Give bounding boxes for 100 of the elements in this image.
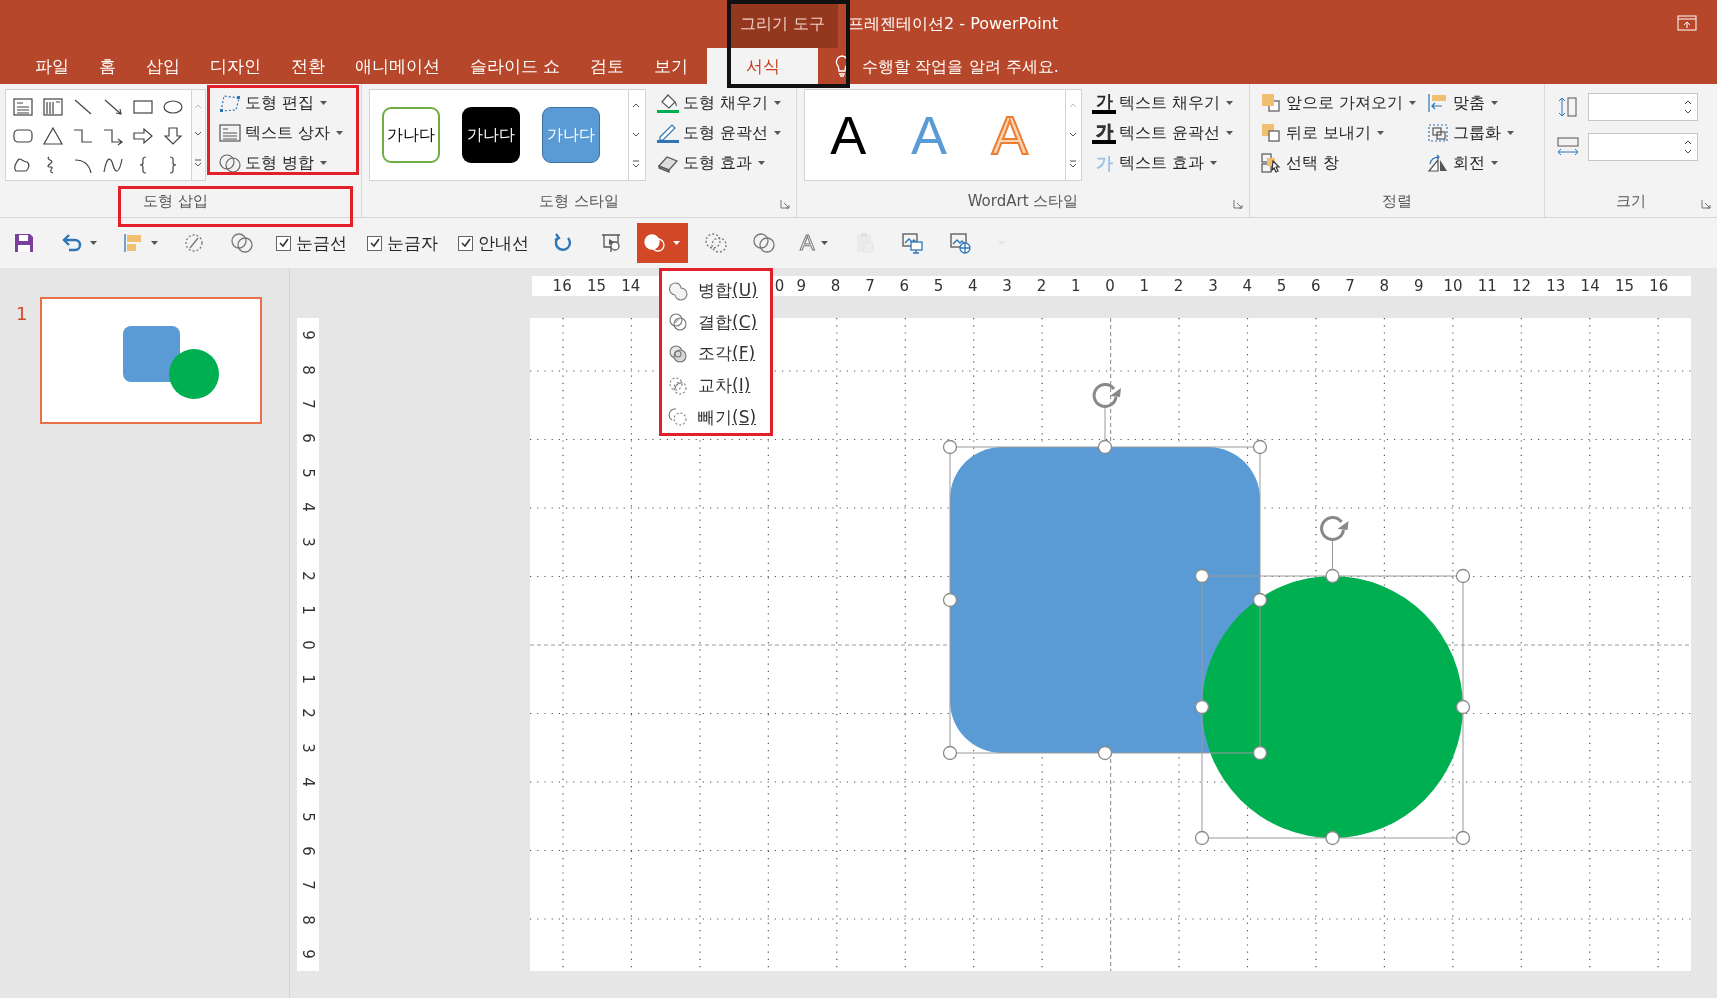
dashed-circle-icon: [182, 231, 206, 255]
checkbox[interactable]: [276, 235, 291, 251]
selection-frame[interactable]: [1194, 516, 1471, 846]
ribbon-command[interactable]: 도형 윤곽선: [656, 119, 782, 147]
ruler-label: 7: [299, 880, 317, 891]
dialog-launcher-icon[interactable]: [1701, 199, 1711, 209]
slide-thumbnail[interactable]: [40, 297, 263, 424]
combine-icon: [668, 312, 688, 333]
ruler-label: 7: [299, 399, 317, 409]
dialog-launcher-icon[interactable]: [1233, 199, 1243, 209]
ribbon-command[interactable]: 텍스트 상자: [217, 119, 357, 147]
group-label: 도형 스타일: [538, 190, 620, 212]
group-label: 도형 삽입: [142, 190, 209, 212]
ribbon-tab[interactable]: 파일: [24, 48, 80, 84]
ruler-label: 4: [299, 777, 317, 788]
text-glyph-icon: 가: [1092, 154, 1116, 172]
ruler-label: 2: [299, 708, 317, 719]
fragment-icon: [668, 344, 688, 364]
width-icon: [1556, 136, 1580, 158]
checkbox-option[interactable]: 눈금선: [276, 231, 347, 255]
overlapping-circles-icon: [230, 231, 254, 255]
style-preset[interactable]: 가나다: [382, 107, 440, 163]
screenshot-icon: [899, 231, 924, 255]
ribbon-tab[interactable]: 홈: [88, 48, 127, 84]
checkbox-option[interactable]: 안내선: [458, 231, 529, 255]
ribbon-command[interactable]: 앞으로 가져오기: [1259, 89, 1417, 117]
ribbon-tab[interactable]: 보기: [643, 48, 700, 84]
circle-shape: [169, 349, 220, 399]
save-icon: [12, 231, 36, 255]
union-icon: [668, 280, 688, 301]
wordart-preset[interactable]: A: [823, 108, 874, 162]
ruler-label: 8: [299, 364, 317, 375]
checkbox-label: 눈금선: [296, 231, 347, 255]
ribbon-tab[interactable]: 디자인: [199, 48, 272, 84]
ruler-label: 6: [299, 433, 317, 444]
picture-globe-icon: [947, 231, 972, 255]
overlapping-circles-icon: [752, 231, 776, 255]
size-field[interactable]: [1588, 133, 1698, 161]
ruler-label: 0: [299, 639, 317, 650]
ribbon-command[interactable]: 그룹화: [1426, 119, 1515, 147]
subtract-icon: [668, 407, 688, 428]
selection-pane-icon: [1259, 152, 1283, 174]
ruler-label: 5: [299, 811, 317, 822]
ribbon-command[interactable]: 도형 병합: [217, 149, 357, 177]
text-box-icon[interactable]: [11, 96, 35, 117]
triangle-icon[interactable]: [41, 125, 65, 146]
dialog-launcher-icon[interactable]: [780, 199, 790, 209]
ruler-label: 1: [299, 674, 317, 684]
checkbox-label: 눈금자: [387, 231, 438, 255]
paint-bucket-icon: [656, 92, 680, 114]
toolbar-button[interactable]: [637, 223, 688, 263]
checkbox[interactable]: [367, 235, 382, 251]
checkbox-label: 안내선: [478, 231, 529, 255]
menu-item[interactable]: 결합(C): [668, 306, 770, 339]
checkbox[interactable]: [458, 235, 473, 251]
group-icon: [1426, 122, 1451, 144]
checkbox-option[interactable]: 눈금자: [367, 231, 438, 255]
ribbon-command[interactable]: 도형 효과: [656, 149, 782, 177]
vertical-text-box-icon[interactable]: [41, 96, 65, 117]
selection-frame[interactable]: [942, 383, 1268, 761]
down-arrow-icon[interactable]: [161, 125, 185, 146]
ribbon-command[interactable]: 가 텍스트 효과: [1092, 149, 1234, 177]
pencil-icon: [656, 122, 680, 144]
ribbon-command[interactable]: 선택 창: [1259, 149, 1417, 177]
screen-icon: [599, 231, 623, 255]
ribbon-command[interactable]: 가 텍스트 윤곽선: [1092, 119, 1234, 147]
menu-item[interactable]: 조각(F): [668, 338, 770, 370]
menu-item[interactable]: 교차(I): [668, 369, 770, 402]
ribbon-tab[interactable]: 전환: [280, 48, 336, 84]
send-backward-icon: [1259, 122, 1283, 144]
ribbon-command[interactable]: 맞춤: [1426, 89, 1515, 117]
group-label: WordArt 스타일: [966, 190, 1080, 212]
ribbon-command[interactable]: 도형 채우기: [656, 89, 782, 117]
right-arrow-icon[interactable]: [131, 125, 155, 146]
ruler-label: 8: [299, 915, 317, 925]
circle-shape[interactable]: [1202, 576, 1463, 838]
style-preset[interactable]: 가나다: [462, 107, 520, 163]
ribbon-command[interactable]: 회전: [1426, 149, 1515, 177]
ribbon-tab[interactable]: 애니메이션: [344, 48, 451, 84]
ribbon-tab[interactable]: 슬라이드 쇼: [459, 48, 572, 84]
menu-item[interactable]: 빼기(S): [668, 401, 770, 433]
overlapping-circles-icon: [217, 152, 242, 174]
size-field[interactable]: [1588, 93, 1698, 121]
ribbon-command[interactable]: 뒤로 보내기: [1259, 119, 1417, 147]
ruler-label: 3: [299, 536, 317, 547]
ribbon-command[interactable]: 가 텍스트 채우기: [1092, 89, 1234, 117]
window-title: 프레젠테이션2 - PowerPoint: [848, 12, 1059, 35]
ruler-label: 4: [299, 502, 317, 512]
ruler-label: 9: [299, 330, 317, 340]
ruler-label: 1: [299, 605, 317, 616]
ribbon-display-icon[interactable]: [1677, 15, 1697, 31]
ribbon-command[interactable]: 도형 편집: [217, 89, 357, 117]
group-label: 크기: [1615, 190, 1647, 212]
dashed-circles-icon: [704, 231, 728, 255]
ribbon-tab[interactable]: 서식: [707, 48, 819, 84]
ribbon-tab[interactable]: 삽입: [135, 48, 191, 84]
slide-number: 1: [16, 303, 28, 324]
ribbon-tab[interactable]: 검토: [579, 48, 636, 84]
height-icon: [1556, 96, 1580, 118]
tell-me-field[interactable]: 수행할 작업을 알려 주세요.: [858, 48, 1187, 84]
